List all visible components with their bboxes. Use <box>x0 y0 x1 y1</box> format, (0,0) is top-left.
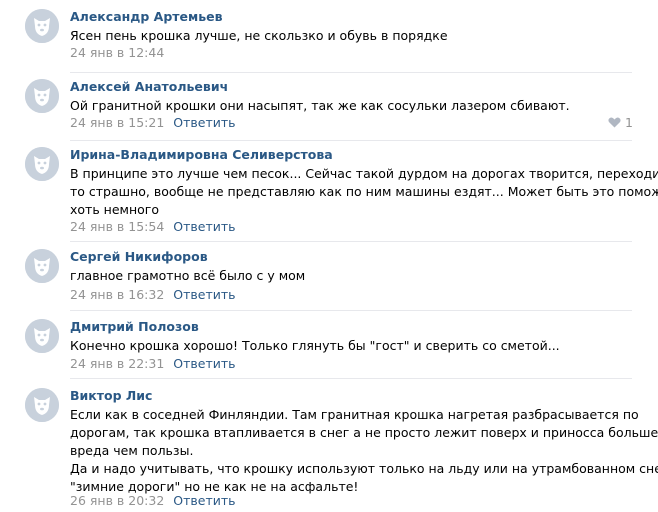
default-dog-avatar-icon <box>25 319 59 353</box>
comment-text-line: Если как в соседней Финляндии. Там грани… <box>70 407 639 422</box>
like-count: 1 <box>625 115 633 130</box>
comment-text-line: Ой гранитной крошки они насыпят, так же … <box>70 98 570 113</box>
default-dog-avatar-icon <box>25 79 59 113</box>
comment-date[interactable]: 24 янв в 12:44 <box>70 45 164 60</box>
comment-text-line: Ясен пень крошка лучше, не скользко и об… <box>70 28 448 43</box>
comment-author[interactable]: Ирина-Владимировна Селиверстова <box>70 147 333 162</box>
comment-text-line: дорогам, так крошка втапливается в снег … <box>70 425 658 440</box>
comment-divider <box>70 241 632 242</box>
reply-button[interactable]: Ответить <box>173 287 235 302</box>
comment-meta: 24 янв в 22:31 Ответить <box>70 356 236 371</box>
comment-divider <box>70 72 632 73</box>
reply-button[interactable]: Ответить <box>173 356 235 371</box>
avatar[interactable] <box>25 249 59 283</box>
comment-date[interactable]: 26 янв в 20:32 <box>70 493 164 508</box>
comment-text-line: главное грамотно всё было с у мом <box>70 268 306 283</box>
comment-text: Ясен пень крошка лучше, не скользко и об… <box>70 27 640 45</box>
comment-text-line: Да и надо учитывать, что крошку использу… <box>70 461 658 476</box>
comment-meta: 24 янв в 15:21 Ответить <box>70 115 236 130</box>
comment-text-line: В принципе это лучше чем песок... Сейчас… <box>70 166 658 181</box>
comment-author[interactable]: Дмитрий Полозов <box>70 319 199 334</box>
avatar[interactable] <box>25 388 59 422</box>
comment-author[interactable]: Сергей Никифоров <box>70 249 208 264</box>
like-button[interactable]: 1 <box>608 115 633 130</box>
reply-button[interactable]: Ответить <box>173 219 235 234</box>
default-dog-avatar-icon <box>25 249 59 283</box>
avatar[interactable] <box>25 79 59 113</box>
comment-meta: 24 янв в 15:54 Ответить <box>70 219 236 234</box>
comment-date[interactable]: 24 янв в 16:32 <box>70 287 164 302</box>
comment-meta: 24 янв в 12:44 <box>70 45 164 60</box>
comment-date[interactable]: 24 янв в 15:54 <box>70 219 164 234</box>
reply-button[interactable]: Ответить <box>173 493 235 508</box>
comment-text: Ой гранитной крошки они насыпят, так же … <box>70 97 640 115</box>
default-dog-avatar-icon <box>25 9 59 43</box>
comment-text-line: вреда чем пользы. <box>70 443 194 458</box>
comment-date[interactable]: 24 янв в 15:21 <box>70 115 164 130</box>
comment-meta: 26 янв в 20:32 Ответить <box>70 493 236 508</box>
comment-author[interactable]: Виктор Лис <box>70 388 152 403</box>
reply-button[interactable]: Ответить <box>173 115 235 130</box>
avatar[interactable] <box>25 9 59 43</box>
avatar[interactable] <box>25 319 59 353</box>
comment-author[interactable]: Алексей Анатольевич <box>70 79 228 94</box>
comment-text-line: Конечно крошка хорошо! Только глянуть бы… <box>70 338 560 353</box>
comment-text: Конечно крошка хорошо! Только глянуть бы… <box>70 337 640 355</box>
comment-text-line: то страшно, вообще не представляю как по… <box>70 184 658 199</box>
comment-date[interactable]: 24 янв в 22:31 <box>70 356 164 371</box>
default-dog-avatar-icon <box>25 147 59 181</box>
comment-text: Если как в соседней Финляндии. Там грани… <box>70 406 658 496</box>
comment-text: В принципе это лучше чем песок... Сейчас… <box>70 165 658 219</box>
comment-divider <box>70 378 632 379</box>
comment-text-line: хоть немного <box>70 202 159 217</box>
default-dog-avatar-icon <box>25 388 59 422</box>
comment-text: главное грамотно всё было с у мом <box>70 267 640 285</box>
comment-author[interactable]: Александр Артемьев <box>70 9 223 24</box>
comment-meta: 24 янв в 16:32 Ответить <box>70 287 236 302</box>
heart-icon <box>608 117 621 128</box>
avatar[interactable] <box>25 147 59 181</box>
comment-divider <box>70 140 632 141</box>
comment-divider <box>70 310 632 311</box>
